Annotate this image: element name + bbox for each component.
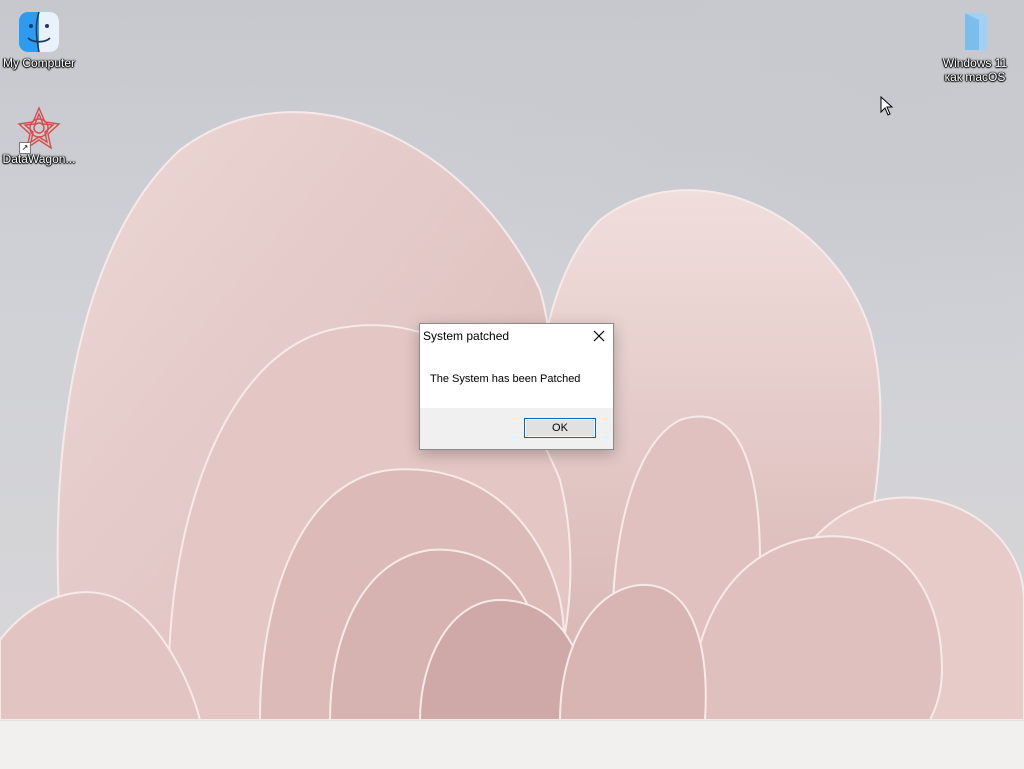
system-patched-dialog: System patched The System has been Patch… [419, 323, 614, 450]
desktop-icon-datawagon[interactable]: ↗ DataWagon... [0, 106, 81, 166]
dialog-titlebar[interactable]: System patched [420, 324, 613, 348]
desktop-icon-windows11-folder[interactable]: Windows 11 как macOS [933, 10, 1017, 84]
shortcut-arrow-icon: ↗ [19, 142, 31, 154]
desktop-icon-label: DataWagon... [2, 152, 76, 166]
mouse-cursor-icon [880, 96, 894, 116]
desktop-icon-my-computer[interactable]: My Computer [0, 10, 81, 70]
taskbar [0, 720, 1024, 769]
folder-icon [953, 10, 997, 54]
dialog-title: System patched [423, 329, 510, 343]
datawagon-icon: ↗ [17, 106, 61, 154]
desktop-icon-label: My Computer [2, 56, 76, 70]
finder-icon [17, 10, 61, 54]
desktop-icon-label-line2: как macOS [944, 70, 1006, 84]
dialog-footer: OK [420, 408, 613, 449]
close-icon[interactable] [591, 328, 607, 344]
ok-button[interactable]: OK [524, 418, 596, 438]
desktop-icon-label-line1: Windows 11 [942, 56, 1008, 70]
dialog-message: The System has been Patched [430, 373, 581, 385]
